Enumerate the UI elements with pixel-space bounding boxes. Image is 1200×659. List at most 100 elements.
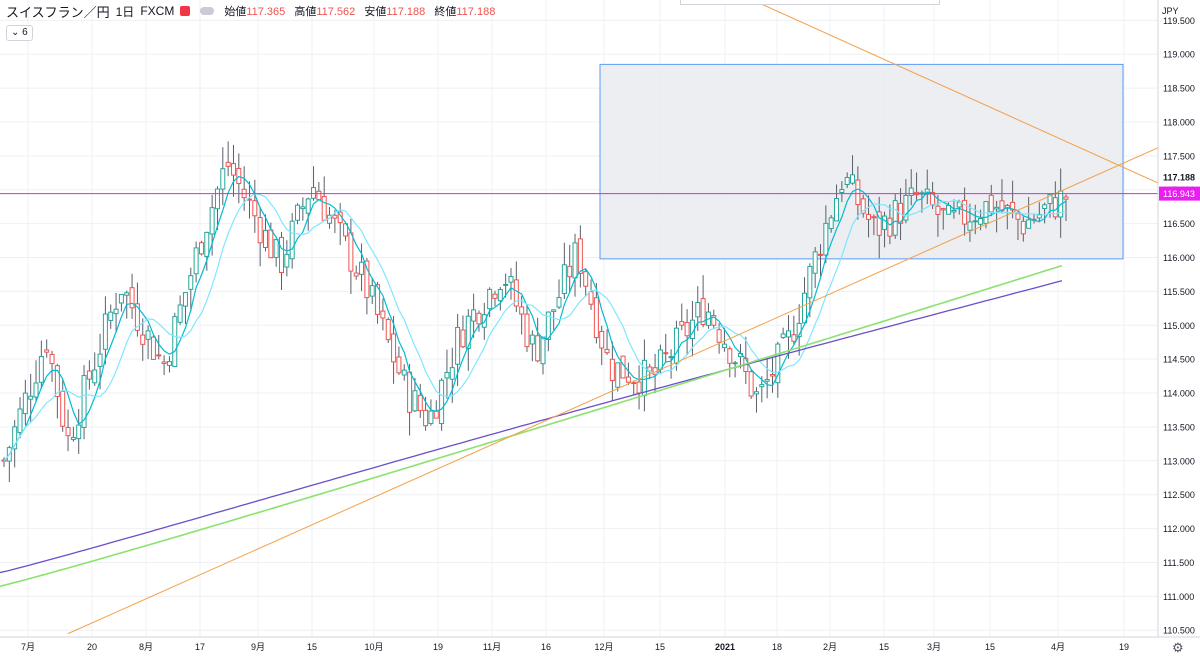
candle-body xyxy=(193,247,199,275)
candle-body xyxy=(60,390,66,427)
candle-body xyxy=(124,292,130,296)
candle-body xyxy=(844,176,850,186)
candle-body xyxy=(940,208,946,211)
candle-body xyxy=(295,204,301,221)
candle-body xyxy=(444,371,450,379)
x-tick-label: 7月 xyxy=(21,642,35,652)
candle-body xyxy=(1026,219,1032,229)
chevron-down-icon: ⌄ xyxy=(11,27,20,38)
candle-body xyxy=(17,408,23,434)
candle-body xyxy=(273,239,279,258)
candle-body xyxy=(396,356,402,374)
candle-body xyxy=(257,217,263,244)
candle-body xyxy=(988,194,994,213)
candle-body xyxy=(188,275,194,290)
y-tick-label: 116.500 xyxy=(1163,219,1195,229)
candle-body xyxy=(364,260,370,299)
candle-body xyxy=(588,291,594,305)
toolbar-dropdown[interactable] xyxy=(680,0,940,5)
candle-body xyxy=(476,312,482,325)
currency-label: JPY xyxy=(1162,6,1179,16)
candle-body xyxy=(695,301,701,318)
candle-body xyxy=(759,384,765,388)
candle-body xyxy=(33,382,39,398)
candle-body xyxy=(583,271,589,287)
x-tick-label: 15 xyxy=(655,642,665,652)
candle-body xyxy=(279,236,285,274)
y-tick-label: 110.500 xyxy=(1163,626,1195,636)
flag-icon[interactable] xyxy=(180,6,191,16)
indicators-toggle[interactable]: ⌄ 6 xyxy=(6,25,33,41)
x-tick-label: 10月 xyxy=(364,642,383,652)
candle-body xyxy=(812,251,818,274)
candle-body xyxy=(145,330,151,340)
x-tick-label: 19 xyxy=(433,642,443,652)
candle-body xyxy=(951,209,957,213)
candle-body xyxy=(22,392,28,415)
range-rectangle xyxy=(599,63,1124,260)
candle-body xyxy=(348,232,354,272)
candle-body xyxy=(732,362,738,365)
candle-body xyxy=(220,168,226,190)
candle-body xyxy=(423,409,429,427)
x-tick-label: 15 xyxy=(985,642,995,652)
interval-label[interactable]: 1日 xyxy=(116,3,135,20)
candle-body xyxy=(252,200,258,217)
candle-body xyxy=(935,205,941,215)
candle-body xyxy=(631,382,637,385)
indicator-count: 6 xyxy=(22,27,28,38)
candle-body xyxy=(1020,220,1026,235)
candle-body xyxy=(748,371,754,397)
visibility-icon[interactable] xyxy=(200,7,215,15)
candle-body xyxy=(300,206,306,210)
candle-body xyxy=(492,293,498,299)
gear-icon[interactable]: ⚙ xyxy=(1172,640,1184,656)
candle-body xyxy=(524,313,530,348)
candle-body xyxy=(385,319,391,341)
candle-body xyxy=(599,330,605,349)
candle-body xyxy=(535,335,541,362)
candle-body xyxy=(721,343,727,349)
candle-body xyxy=(225,161,231,167)
x-tick-label: 19 xyxy=(1119,642,1129,652)
candle-body xyxy=(449,367,455,380)
price-chart[interactable]: 119.500119.000118.500118.000117.500117.0… xyxy=(0,0,1200,659)
candle-body xyxy=(855,179,861,206)
candle-body xyxy=(567,265,573,278)
candle-body xyxy=(209,207,215,235)
x-tick-label: 15 xyxy=(307,642,317,652)
y-tick-label: 118.500 xyxy=(1163,84,1195,94)
symbol-name[interactable]: スイスフラン／円 xyxy=(6,2,110,21)
candle-body xyxy=(204,231,210,258)
candle-body xyxy=(887,217,893,237)
candle-body xyxy=(417,394,423,412)
candle-body xyxy=(1063,196,1069,200)
x-tick-label: 3月 xyxy=(927,642,941,652)
candle-body xyxy=(471,309,477,322)
candle-body xyxy=(412,390,418,412)
candle-body xyxy=(850,174,856,184)
x-tick-label: 20 xyxy=(87,642,97,652)
x-tick-label: 2月 xyxy=(823,642,837,652)
y-tick-label: 119.500 xyxy=(1163,16,1195,26)
candle-body xyxy=(972,220,978,223)
candle-body xyxy=(609,358,615,382)
y-tick-label: 111.500 xyxy=(1163,558,1194,568)
x-tick-label: 18 xyxy=(772,642,782,652)
candle-body xyxy=(668,356,674,359)
candle-body xyxy=(166,361,172,366)
candle-body xyxy=(262,229,268,248)
x-tick-label: 11月 xyxy=(483,642,501,652)
y-tick-label: 112.000 xyxy=(1163,524,1195,534)
candle-body xyxy=(823,222,829,256)
candle-body xyxy=(439,379,445,425)
candle-body xyxy=(519,306,525,315)
candle-body xyxy=(577,238,583,274)
candle-body xyxy=(268,229,274,259)
candle-body xyxy=(540,336,546,365)
candle-body xyxy=(161,361,167,364)
candle-body xyxy=(657,349,663,370)
candle-body xyxy=(28,395,34,400)
candle-body xyxy=(113,308,119,315)
candle-body xyxy=(572,242,578,279)
